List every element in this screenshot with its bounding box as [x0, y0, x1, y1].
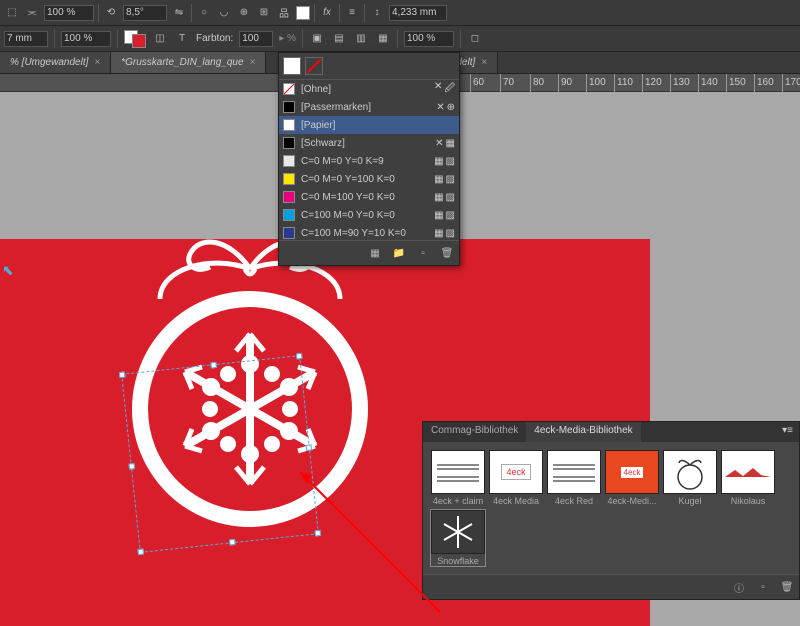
- swatch-yellow[interactable]: C=0 M=0 Y=100 K=0▦▨: [279, 170, 459, 188]
- lib-item[interactable]: 4eck4eck-Medi...: [605, 450, 659, 506]
- arc-icon[interactable]: ◡: [216, 5, 232, 21]
- lib-new-icon[interactable]: ▫: [755, 579, 771, 595]
- fx-icon[interactable]: fx: [319, 5, 335, 21]
- trash-icon[interactable]: 🗑: [439, 245, 455, 261]
- text-icon[interactable]: T: [174, 31, 190, 47]
- fill-swatch[interactable]: [296, 6, 310, 20]
- toolbar-second: ◫ T Farbton: ▸ % ▣ ▤ ▥ ▦ ◻: [0, 26, 800, 52]
- corners-icon[interactable]: ◻: [467, 31, 483, 47]
- lib-item-snowflake[interactable]: Snowflake: [431, 510, 485, 566]
- noedit2-icon: 🖉: [444, 81, 455, 98]
- cursor-icon: ⬉: [2, 262, 14, 279]
- lib-item[interactable]: Nikolaus: [721, 450, 775, 506]
- link-icon[interactable]: ⬚: [4, 5, 20, 21]
- lib-item[interactable]: 4eck + claim: [431, 450, 485, 506]
- rotate-icon[interactable]: ⟲: [103, 5, 119, 21]
- library-panel: Commag-Bibliothek 4eck-Media-Bibliothek …: [422, 421, 800, 600]
- panel-menu-icon[interactable]: ▾≡: [776, 422, 799, 442]
- chain-icon[interactable]: ⫘: [24, 5, 40, 21]
- toolbar-top: ⬚ ⫘ ⟲ ⇋ ○ ◡ ⊕ ⊞ 品 fx ≡ ↕: [0, 0, 800, 26]
- swatch-magenta[interactable]: C=0 M=100 Y=0 K=0▦▨: [279, 188, 459, 206]
- tab-doc2[interactable]: *Grusskarte_DIN_lang_que×: [111, 52, 266, 73]
- new-swatch-icon[interactable]: ▫: [415, 245, 431, 261]
- unit-input[interactable]: [4, 31, 48, 47]
- hierarchy-icon[interactable]: 品: [276, 5, 292, 21]
- dimension-input[interactable]: [389, 5, 447, 21]
- lib-item[interactable]: Kugel: [663, 450, 717, 506]
- none-box[interactable]: [305, 57, 323, 75]
- wrap4-icon[interactable]: ▦: [375, 31, 391, 47]
- flip-h-icon[interactable]: ⇋: [171, 5, 187, 21]
- fill-stroke-swap[interactable]: [124, 30, 146, 48]
- close-icon[interactable]: ×: [94, 57, 100, 68]
- close-icon[interactable]: ×: [481, 57, 487, 68]
- farbton-input[interactable]: [239, 31, 273, 47]
- lib-trash-icon[interactable]: 🗑: [779, 579, 795, 595]
- scale-x-input[interactable]: [44, 5, 94, 21]
- stroke-dash-icon[interactable]: ≡: [344, 5, 360, 21]
- lib-info-icon[interactable]: ⓘ: [731, 579, 747, 595]
- lib-tab-commag[interactable]: Commag-Bibliothek: [423, 422, 526, 442]
- swatch-none[interactable]: [Ohne]✕🖉: [279, 80, 459, 98]
- lib-tab-4eck[interactable]: 4eck-Media-Bibliothek: [526, 422, 640, 442]
- grid-view-icon[interactable]: ▦: [367, 245, 383, 261]
- zoom-input[interactable]: [404, 31, 454, 47]
- swatch-list: [Ohne]✕🖉 [Passermarken]✕⊕ [Papier] [Schw…: [279, 80, 459, 240]
- wrap3-icon[interactable]: ▥: [353, 31, 369, 47]
- angle-input[interactable]: [123, 5, 167, 21]
- tab-doc1[interactable]: % [Umgewandelt]×: [0, 52, 111, 73]
- noedit-icon: ✕: [434, 81, 442, 98]
- wrap-icon[interactable]: ▣: [309, 31, 325, 47]
- folder-icon[interactable]: 📁: [391, 245, 407, 261]
- selection-box[interactable]: [121, 355, 319, 553]
- scale-y-input[interactable]: [61, 31, 111, 47]
- formatting-icon[interactable]: ◫: [152, 31, 168, 47]
- height-icon: ↕: [369, 5, 385, 21]
- align-icon[interactable]: ⊞: [256, 5, 272, 21]
- swatch-papier[interactable]: [Papier]: [279, 116, 459, 134]
- target-icon[interactable]: ⊕: [236, 5, 252, 21]
- wrap2-icon[interactable]: ▤: [331, 31, 347, 47]
- fill-box[interactable]: [283, 57, 301, 75]
- library-grid: 4eck + claim 4eck4eck Media 4eck Red 4ec…: [423, 442, 799, 574]
- swatches-panel: [Ohne]✕🖉 [Passermarken]✕⊕ [Papier] [Schw…: [278, 52, 460, 266]
- swatch-registration[interactable]: [Passermarken]✕⊕: [279, 98, 459, 116]
- close-icon[interactable]: ×: [250, 57, 256, 68]
- swatch-cyan[interactable]: C=100 M=0 Y=0 K=0▦▨: [279, 206, 459, 224]
- swatch-schwarz[interactable]: [Schwarz]✕▦: [279, 134, 459, 152]
- swatch-k9[interactable]: C=0 M=0 Y=0 K=9▦▨: [279, 152, 459, 170]
- ellipse-icon[interactable]: ○: [196, 5, 212, 21]
- lib-item[interactable]: 4eck4eck Media: [489, 450, 543, 506]
- farbton-label: Farbton:: [196, 33, 233, 44]
- lib-item[interactable]: 4eck Red: [547, 450, 601, 506]
